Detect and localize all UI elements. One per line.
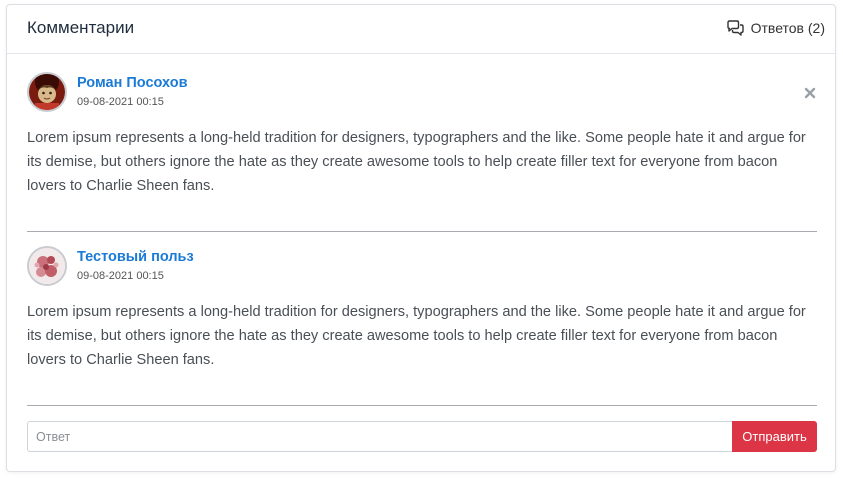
avatar-photo-icon <box>29 74 65 110</box>
replies-count-label: Ответов (2) <box>750 20 825 36</box>
comment-author-link[interactable]: Роман Посохов <box>77 75 188 91</box>
comment-date: 09-08-2021 00:15 <box>77 96 164 108</box>
comments-icon <box>726 20 744 36</box>
delete-comment-close-icon[interactable] <box>803 86 817 100</box>
avatar-pattern-icon <box>29 248 65 284</box>
comment-author-link[interactable]: Тестовый польз <box>77 249 194 265</box>
comment-date: 09-08-2021 00:15 <box>77 270 164 282</box>
reply-input[interactable] <box>27 421 732 452</box>
card-header: Комментарии Ответов (2) <box>7 5 835 54</box>
comment-divider <box>27 405 817 406</box>
comments-card: Комментарии Ответов (2) Роман Посохов 09… <box>6 4 836 472</box>
reply-form: Отправить <box>27 421 817 452</box>
comment-text: Lorem ipsum represents a long-held tradi… <box>27 130 806 194</box>
comment-divider <box>27 231 817 232</box>
avatar[interactable] <box>27 72 67 112</box>
replies-toggle[interactable]: Ответов (2) <box>726 20 825 36</box>
comment-text: Lorem ipsum represents a long-held tradi… <box>27 304 806 368</box>
send-reply-button[interactable]: Отправить <box>732 421 817 452</box>
avatar[interactable] <box>27 246 67 286</box>
card-title: Комментарии <box>27 18 135 37</box>
